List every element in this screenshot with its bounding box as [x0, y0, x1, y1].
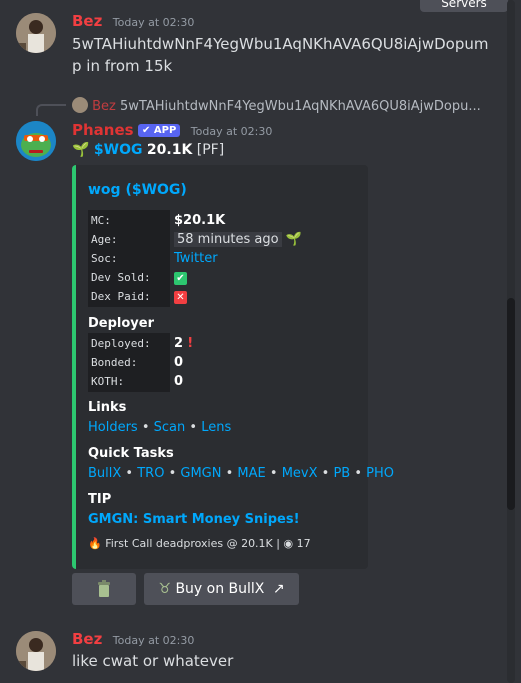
- check-icon: ✔: [174, 272, 187, 285]
- cross-icon: ✕: [174, 291, 187, 304]
- message-content: 5wTAHiuhtdwNnF4YegWbu1AqNKhAVA6QU8iAjwDo…: [72, 33, 497, 77]
- stat-value: $20.1K: [174, 213, 226, 228]
- message-header: Bez Today at 02:30: [72, 12, 194, 30]
- stat-label: Dev Sold:: [88, 267, 170, 288]
- stat-age: Age: 58 minutes ago 🌱: [88, 229, 358, 250]
- buy-on-bullx-button[interactable]: ♉ Buy on BullX ↗: [144, 573, 299, 605]
- stat-mc: MC: $20.1K: [88, 210, 358, 231]
- timestamp: Today at 02:30: [112, 634, 195, 647]
- header-tag: [PF]: [196, 142, 225, 158]
- bot-author-name[interactable]: Phanes: [72, 121, 134, 139]
- sprout-icon: 🌱: [285, 232, 302, 247]
- timestamp: Today at 02:30: [112, 16, 195, 29]
- ticker-link[interactable]: $WOG: [94, 142, 143, 158]
- tip-row: GMGN: Smart Money Snipes!: [88, 512, 300, 527]
- pho-link[interactable]: PHO: [366, 466, 394, 481]
- embed-title[interactable]: wog ($WOG): [88, 182, 187, 198]
- stat-koth: KOTH: 0: [88, 371, 358, 392]
- stat-dex-paid: Dex Paid: ✕: [88, 286, 358, 307]
- mevx-link[interactable]: MevX: [282, 466, 318, 481]
- message-content: like cwat or whatever: [72, 652, 234, 670]
- stat-label: Age:: [88, 229, 170, 250]
- bot-avatar[interactable]: [16, 121, 56, 161]
- header-value: 20.1K: [146, 142, 193, 158]
- exclamation-icon: !: [187, 336, 194, 351]
- app-badge: ✔ APP: [138, 124, 181, 137]
- pb-link[interactable]: PB: [333, 466, 350, 481]
- links-title: Links: [88, 400, 127, 415]
- gmgn-link[interactable]: GMGN: [180, 466, 221, 481]
- message-line: 5wTAHiuhtdwNnF4YegWbu1AqNKhAVA6QU8iAjwDo…: [72, 35, 489, 53]
- lens-link[interactable]: Lens: [201, 420, 231, 435]
- token-embed: wog ($WOG) MC: $20.1K Age: 58 minutes ago …: [72, 165, 394, 569]
- bull-icon: ♉: [158, 581, 171, 597]
- bullx-link[interactable]: BullX: [88, 466, 121, 481]
- footer-views: 17: [296, 537, 311, 550]
- stat-soc: Soc: Twitter: [88, 248, 358, 269]
- holders-link[interactable]: Holders: [88, 420, 138, 435]
- deployer-block: Deployed: 2 ! Bonded: 0 KOTH: 0: [88, 333, 358, 392]
- reply-avatar: [72, 97, 88, 113]
- stat-label: Bonded:: [88, 352, 170, 373]
- sprout-icon: 🌱: [72, 142, 90, 158]
- avatar[interactable]: [16, 13, 56, 53]
- buy-button-label: Buy on BullX: [175, 581, 265, 597]
- message-line: p in from 15k: [72, 57, 173, 75]
- eye-icon: ◉: [283, 537, 294, 550]
- bot-message-header: Phanes ✔ APP Today at 02:30: [72, 121, 272, 139]
- stat-value: 0: [174, 374, 184, 389]
- tro-link[interactable]: TRO: [137, 466, 164, 481]
- footer-separator: |: [276, 537, 280, 550]
- reply-preview[interactable]: Bez 5wTAHiuhtdwNnF4YegWbu1AqNKhAVA6QU8iA…: [72, 97, 481, 114]
- stat-value: 0: [174, 355, 184, 370]
- bot-summary-line: 🌱 $WOG 20.1K [PF]: [72, 142, 224, 158]
- app-badge-label: APP: [153, 125, 177, 136]
- author-name[interactable]: Bez: [72, 12, 102, 30]
- reply-author: Bez: [92, 99, 116, 114]
- tip-title: TIP: [88, 492, 112, 507]
- stat-deployed: Deployed: 2 !: [88, 333, 358, 354]
- mae-link[interactable]: MAE: [237, 466, 265, 481]
- footer-text: First Call deadproxies @ 20.1K: [105, 537, 273, 550]
- stat-label: Deployed:: [88, 333, 170, 354]
- stat-label: Dex Paid:: [88, 286, 170, 307]
- reply-text: 5wTAHiuhtdwNnF4YegWbu1AqNKhAVA6QU8iAjwDo…: [120, 99, 481, 114]
- stat-value: 58 minutes ago: [174, 232, 282, 247]
- stat-label: Soc:: [88, 248, 170, 269]
- message-header: Bez Today at 02:30: [72, 630, 194, 648]
- trash-button[interactable]: [72, 573, 136, 605]
- author-name[interactable]: Bez: [72, 630, 102, 648]
- external-link-icon: ↗: [272, 581, 285, 597]
- embed-footer: 🔥 First Call deadproxies @ 20.1K | ◉ 17: [88, 537, 311, 550]
- stat-bonded: Bonded: 0: [88, 352, 358, 373]
- scrollbar-thumb[interactable]: [507, 298, 515, 510]
- servers-button[interactable]: Servers: [420, 0, 508, 12]
- stat-value: 2: [174, 336, 184, 351]
- links-row: Holders • Scan • Lens: [88, 420, 232, 435]
- twitter-link[interactable]: Twitter: [174, 251, 218, 266]
- scan-link[interactable]: Scan: [154, 420, 186, 435]
- stat-label: MC:: [88, 210, 170, 231]
- gmgn-tip-link[interactable]: GMGN: Smart Money Snipes!: [88, 512, 300, 527]
- avatar[interactable]: [16, 631, 56, 671]
- quick-tasks-title: Quick Tasks: [88, 446, 174, 461]
- stat-dev-sold: Dev Sold: ✔: [88, 267, 358, 288]
- fire-icon: 🔥: [88, 537, 102, 550]
- quick-tasks-row: BullX • TRO • GMGN • MAE • MevX • PB • P…: [88, 466, 395, 481]
- timestamp: Today at 02:30: [190, 125, 273, 138]
- stats-block: MC: $20.1K Age: 58 minutes ago 🌱 Soc: Twitt…: [88, 210, 358, 307]
- trash-icon: [98, 580, 110, 597]
- deployer-title: Deployer: [88, 316, 155, 331]
- avatar-image: [16, 13, 56, 53]
- pepe-avatar-image: [16, 121, 56, 161]
- stat-label: KOTH:: [88, 371, 170, 392]
- reply-connector: [36, 104, 66, 116]
- avatar-image: [16, 631, 56, 671]
